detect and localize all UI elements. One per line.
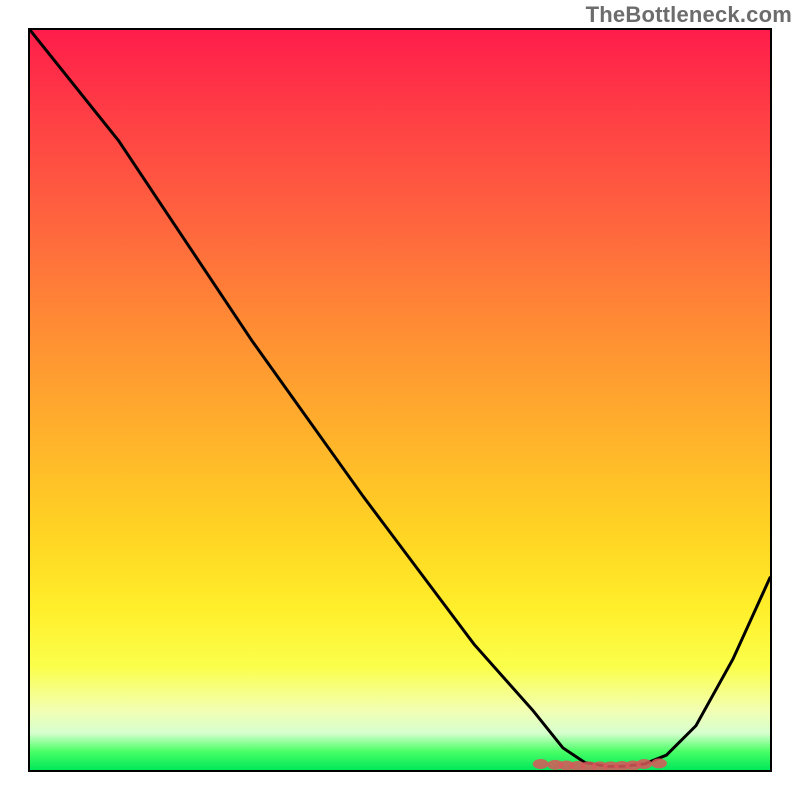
plot-area xyxy=(28,28,772,772)
bottleneck-curve-path xyxy=(30,30,770,766)
chart-canvas: TheBottleneck.com xyxy=(0,0,800,800)
optimal-marker xyxy=(651,758,667,768)
optimal-marker xyxy=(533,759,549,769)
watermark-text: TheBottleneck.com xyxy=(586,2,792,28)
optimal-zone-markers xyxy=(533,758,667,770)
optimal-marker xyxy=(636,759,652,769)
curve-overlay xyxy=(30,30,770,770)
